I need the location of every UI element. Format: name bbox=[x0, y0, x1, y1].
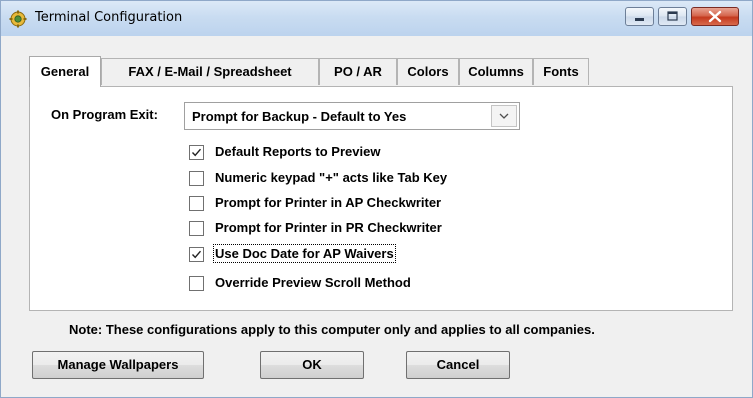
maximize-icon bbox=[667, 11, 678, 21]
title-bar[interactable]: Terminal Configuration bbox=[1, 1, 752, 36]
option-label: Default Reports to Preview bbox=[215, 144, 381, 159]
terminal-configuration-window: Terminal Configuration General FAX / E-M… bbox=[0, 0, 753, 398]
option-label: Numeric keypad "+" acts like Tab Key bbox=[215, 170, 448, 185]
window-title: Terminal Configuration bbox=[35, 10, 183, 25]
close-icon bbox=[708, 10, 722, 23]
minimize-icon bbox=[635, 18, 644, 21]
checkbox[interactable] bbox=[189, 221, 204, 236]
manage-wallpapers-button[interactable]: Manage Wallpapers bbox=[32, 351, 204, 379]
option-label: Override Preview Scroll Method bbox=[215, 275, 411, 290]
tab-fonts[interactable]: Fonts bbox=[533, 58, 589, 85]
tab-general[interactable]: General bbox=[29, 56, 101, 87]
option-label: Use Doc Date for AP Waivers bbox=[213, 244, 396, 263]
cancel-button[interactable]: Cancel bbox=[406, 351, 510, 379]
checkbox[interactable] bbox=[189, 276, 204, 291]
tab-fax-email-spreadsheet[interactable]: FAX / E-Mail / Spreadsheet bbox=[101, 58, 319, 85]
checkmark-icon bbox=[191, 148, 202, 157]
checkbox[interactable] bbox=[189, 196, 204, 211]
chevron-down-icon bbox=[499, 113, 509, 119]
minimize-button[interactable] bbox=[625, 7, 654, 26]
checkmark-icon bbox=[191, 250, 202, 259]
checkbox[interactable] bbox=[189, 145, 204, 160]
configuration-note: Note: These configurations apply to this… bbox=[69, 322, 595, 337]
on-program-exit-label: On Program Exit: bbox=[51, 107, 158, 122]
close-button[interactable] bbox=[691, 7, 739, 26]
maximize-button[interactable] bbox=[658, 7, 687, 26]
option-label: Prompt for Printer in AP Checkwriter bbox=[215, 195, 442, 210]
tab-po-ar[interactable]: PO / AR bbox=[319, 58, 397, 85]
checkbox[interactable] bbox=[189, 171, 204, 186]
app-gear-icon bbox=[9, 10, 27, 28]
on-program-exit-select[interactable]: Prompt for Backup - Default to Yes bbox=[184, 102, 520, 130]
on-program-exit-value: Prompt for Backup - Default to Yes bbox=[192, 109, 407, 124]
option-label: Prompt for Printer in PR Checkwriter bbox=[215, 220, 442, 235]
dropdown-button[interactable] bbox=[491, 105, 517, 127]
tab-colors[interactable]: Colors bbox=[397, 58, 459, 85]
tab-columns[interactable]: Columns bbox=[459, 58, 533, 85]
checkbox[interactable] bbox=[189, 247, 204, 262]
ok-button[interactable]: OK bbox=[260, 351, 364, 379]
